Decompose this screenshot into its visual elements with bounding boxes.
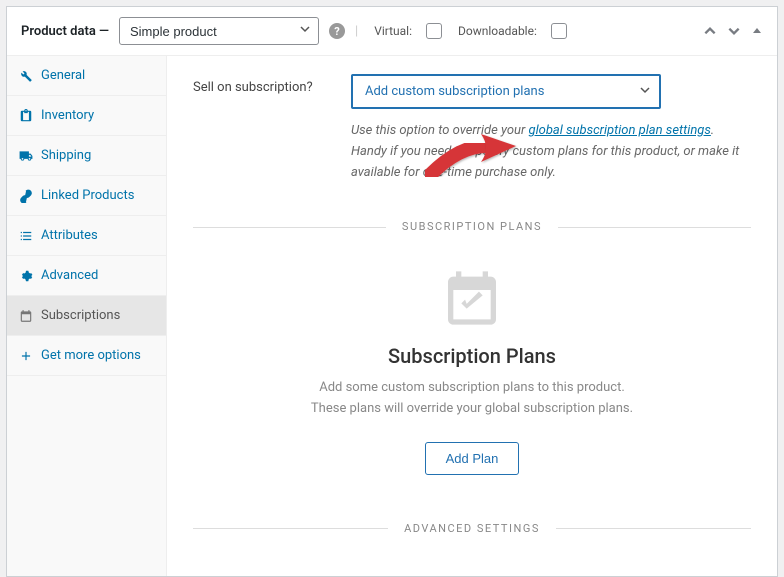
panel-body: General Inventory Shipping Linked Produc… — [7, 56, 777, 576]
move-down-icon[interactable] — [727, 24, 741, 38]
tab-label: Inventory — [41, 108, 94, 123]
tab-shipping[interactable]: Shipping — [7, 136, 166, 176]
calendar-check-icon — [440, 266, 504, 330]
tab-label: Advanced — [41, 268, 98, 283]
tab-general[interactable]: General — [7, 56, 166, 96]
tab-label: Attributes — [41, 228, 98, 243]
help-text: Use this option to override your global … — [351, 121, 751, 183]
downloadable-checkbox[interactable] — [551, 23, 567, 39]
section-divider-advanced: ADVANCED SETTINGS — [193, 521, 751, 536]
wrench-icon — [19, 69, 33, 83]
empty-line2: These plans will override your global su… — [193, 399, 751, 420]
section-title: SUBSCRIPTION PLANS — [386, 220, 558, 233]
global-settings-link[interactable]: global subscription plan settings — [528, 123, 710, 138]
tab-label: Subscriptions — [41, 308, 120, 323]
help-icon[interactable]: ? — [329, 23, 345, 39]
header-controls — [703, 24, 763, 38]
subscription-field-row: Sell on subscription? Add custom subscri… — [193, 74, 751, 109]
sidebar: General Inventory Shipping Linked Produc… — [7, 56, 167, 576]
subscription-dropdown[interactable]: Add custom subscription plans — [351, 74, 661, 109]
tab-label: Get more options — [41, 348, 141, 363]
product-data-panel: Product data — Simple product ? | Virtua… — [6, 6, 778, 577]
plus-icon — [19, 349, 33, 363]
virtual-checkbox[interactable] — [426, 23, 442, 39]
tab-get-more-options[interactable]: Get more options — [7, 336, 166, 376]
field-label: Sell on subscription? — [193, 74, 333, 95]
move-up-icon[interactable] — [703, 24, 717, 38]
tab-subscriptions[interactable]: Subscriptions — [7, 296, 166, 336]
panel-header: Product data — Simple product ? | Virtua… — [7, 7, 777, 56]
dropdown-value: Add custom subscription plans — [351, 74, 661, 109]
chevron-down-icon — [639, 84, 651, 100]
help-prefix: Use this option to override your — [351, 123, 528, 138]
section-divider-plans: SUBSCRIPTION PLANS — [193, 219, 751, 234]
add-plan-button[interactable]: Add Plan — [425, 442, 520, 475]
empty-state: Subscription Plans Add some custom subsc… — [193, 256, 751, 485]
tab-linked-products[interactable]: Linked Products — [7, 176, 166, 216]
tab-advanced[interactable]: Advanced — [7, 256, 166, 296]
calendar-icon — [19, 309, 33, 323]
content-area: Sell on subscription? Add custom subscri… — [167, 56, 777, 576]
empty-title: Subscription Plans — [193, 344, 751, 368]
panel-title: Product data — — [21, 24, 109, 39]
virtual-label: Virtual: — [374, 24, 412, 38]
product-type-select-wrap: Simple product — [119, 17, 319, 45]
empty-line1: Add some custom subscription plans to th… — [193, 378, 751, 399]
collapse-icon[interactable] — [751, 25, 763, 37]
tab-inventory[interactable]: Inventory — [7, 96, 166, 136]
separator: | — [355, 24, 358, 39]
link-icon — [19, 189, 33, 203]
clipboard-icon — [19, 109, 33, 123]
product-type-select[interactable]: Simple product — [119, 17, 319, 45]
downloadable-label: Downloadable: — [458, 24, 537, 38]
list-icon — [19, 229, 33, 243]
section-title: ADVANCED SETTINGS — [388, 522, 556, 535]
tab-attributes[interactable]: Attributes — [7, 216, 166, 256]
truck-icon — [19, 149, 33, 163]
gear-icon — [19, 269, 33, 283]
tab-label: Linked Products — [41, 188, 134, 203]
tab-label: Shipping — [41, 148, 91, 163]
tab-label: General — [41, 68, 85, 83]
